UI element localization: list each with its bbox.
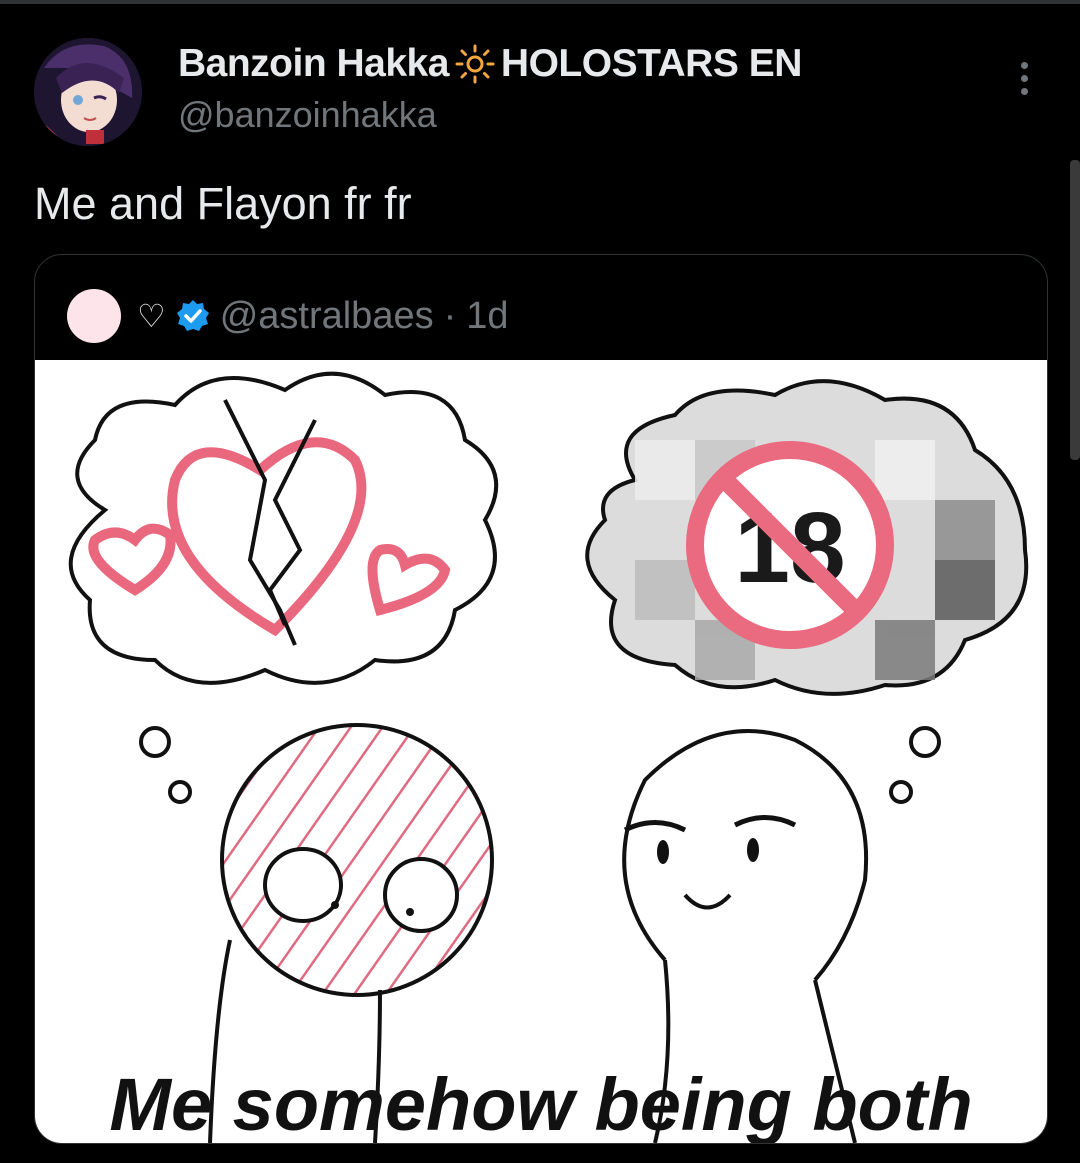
right-thought-cloud: 18: [585, 379, 1029, 696]
author-name[interactable]: Banzoin Hakka: [178, 42, 449, 86]
heart-icon: ♡: [137, 298, 166, 334]
top-divider: [0, 0, 1080, 4]
verified-badge-icon: [176, 300, 209, 331]
author-avatar[interactable]: [34, 38, 142, 146]
scrollbar[interactable]: [1070, 160, 1080, 460]
sun-icon: [455, 44, 495, 84]
quoted-tweet[interactable]: ♡ @astralbaes · 1d Me somehow being both: [34, 254, 1048, 1144]
left-thought-cloud: [68, 371, 499, 685]
quoted-timestamp[interactable]: 1d: [466, 295, 508, 338]
separator-dot: ·: [443, 294, 457, 337]
author-handle[interactable]: @banzoinhakka: [178, 94, 437, 136]
meme-caption: Me somehow being both: [109, 1063, 972, 1143]
quoted-meme-image[interactable]: 18: [35, 360, 1047, 1143]
author-name-suffix[interactable]: HOLOSTARS EN: [501, 42, 802, 86]
meme-illustration: 18: [68, 371, 1029, 1143]
quoted-author-handle[interactable]: @astralbaes: [220, 295, 434, 338]
author-name-row[interactable]: Banzoin Hakka HOLOSTARS EN: [178, 42, 802, 86]
more-options-icon[interactable]: [1014, 62, 1034, 102]
tweet-text: Me and Flayon fr fr: [34, 178, 412, 229]
quoted-tweet-header: ♡ @astralbaes · 1d: [67, 287, 509, 345]
quoted-author-avatar[interactable]: [67, 289, 121, 343]
